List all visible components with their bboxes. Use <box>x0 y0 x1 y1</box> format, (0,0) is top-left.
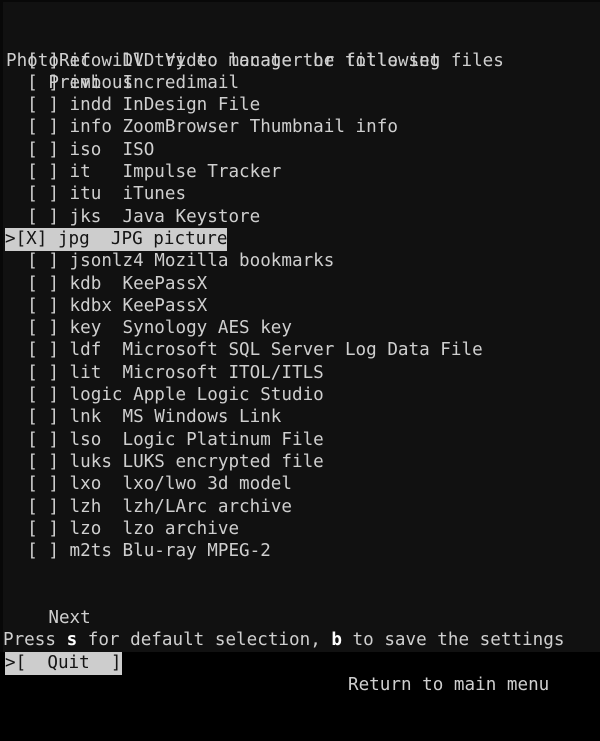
file-type-row[interactable]: [ ] lit Microsoft ITOL/ITLS <box>3 362 600 384</box>
file-type-row[interactable]: [ ] m2ts Blu-ray MPEG-2 <box>3 540 600 562</box>
file-type-row-inner: [ ] m2ts Blu-ray MPEG-2 <box>3 540 600 562</box>
file-type-row-text[interactable]: [ ] m2ts Blu-ray MPEG-2 <box>6 541 271 561</box>
file-type-row[interactable]: [ ] ifo DVD Video manager or title set <box>3 50 600 72</box>
file-type-row[interactable]: [ ] jks Java Keystore <box>3 206 600 228</box>
file-type-row-inner: [ ] ldf Microsoft SQL Server Log Data Fi… <box>3 339 600 361</box>
file-type-row[interactable]: [ ] lxo lxo/lwo 3d model <box>3 473 600 495</box>
file-type-row-text[interactable]: [ ] lxo lxo/lwo 3d model <box>6 474 292 494</box>
file-type-row-text[interactable]: [ ] ldf Microsoft SQL Server Log Data Fi… <box>6 340 482 360</box>
file-type-row-inner: [ ] iso ISO <box>3 139 600 161</box>
file-type-row-inner: [ ] it Impulse Tracker <box>3 161 600 183</box>
file-type-row-text[interactable]: [ ] iso ISO <box>6 140 154 160</box>
file-type-row-text[interactable]: [ ] imb Incredimail <box>6 73 239 93</box>
file-type-row[interactable]: [ ] lnk MS Windows Link <box>3 406 600 428</box>
file-type-row-selected[interactable]: >[X] jpg JPG picture <box>5 227 228 251</box>
file-type-row[interactable]: >[X] jpg JPG picture <box>3 227 600 251</box>
nav-previous-row[interactable]: Previous <box>3 27 600 93</box>
file-type-row-text[interactable]: [ ] kdb KeePassX <box>6 274 207 294</box>
file-type-row-text[interactable]: [ ] kdbx KeePassX <box>6 296 207 316</box>
file-type-row-inner: [ ] jks Java Keystore <box>3 206 600 228</box>
file-type-row-inner: [ ] lnk MS Windows Link <box>3 406 600 428</box>
file-type-row-text[interactable]: [ ] lzh lzh/LArc archive <box>6 497 292 517</box>
return-to-main-menu-hint: Return to main menu <box>348 674 550 695</box>
file-type-row-inner: [ ] ifo DVD Video manager or title set <box>3 50 600 72</box>
file-type-row-inner: [ ] lso Logic Platinum File <box>3 429 600 451</box>
nav-next-row[interactable]: Next <box>3 562 600 628</box>
file-type-row[interactable]: [ ] indd InDesign File <box>3 94 600 116</box>
file-type-row-text[interactable]: [ ] it Impulse Tracker <box>6 162 281 182</box>
quit-button-label: [ Quit ] <box>15 652 122 673</box>
file-type-row-text[interactable]: [ ] info ZoomBrowser Thumbnail info <box>6 117 398 137</box>
file-type-row[interactable]: [ ] logic Apple Logic Studio <box>3 384 600 406</box>
quit-button-row[interactable]: >[ Quit ] <box>3 607 600 675</box>
return-hint-row: Return to main menu <box>3 629 600 695</box>
file-type-row-inner: [ ] luks LUKS encrypted file <box>3 451 600 473</box>
page-title-row: PhotoRec will try to locate the followin… <box>3 5 600 71</box>
file-type-row[interactable]: [ ] ldf Microsoft SQL Server Log Data Fi… <box>3 339 600 361</box>
file-type-row-text[interactable]: [ ] lzo lzo archive <box>6 519 239 539</box>
photorec-terminal-window: PhotoRec will try to locate the followin… <box>0 0 600 695</box>
file-type-row-inner: [ ] lzo lzo archive <box>3 518 600 540</box>
file-type-row[interactable]: [ ] jsonlz4 Mozilla bookmarks <box>3 250 600 272</box>
file-type-row-text[interactable]: [ ] logic Apple Logic Studio <box>6 385 324 405</box>
file-type-row-text[interactable]: [ ] jsonlz4 Mozilla bookmarks <box>6 251 334 271</box>
quit-button-wrapper[interactable]: >[ Quit ] <box>3 651 600 675</box>
file-type-list: [ ] ifo DVD Video manager or title set [… <box>3 50 600 563</box>
file-type-row-inner: [ ] indd InDesign File <box>3 94 600 116</box>
quit-button[interactable]: >[ Quit ] <box>5 651 122 675</box>
file-type-row[interactable]: [ ] kdbx KeePassX <box>3 295 600 317</box>
file-type-row[interactable]: [ ] it Impulse Tracker <box>3 161 600 183</box>
file-type-row[interactable]: [ ] luks LUKS encrypted file <box>3 451 600 473</box>
file-type-row[interactable]: [ ] lzh lzh/LArc archive <box>3 496 600 518</box>
file-type-row-text[interactable]: [ ] jks Java Keystore <box>6 207 260 227</box>
file-type-row[interactable]: [ ] info ZoomBrowser Thumbnail info <box>3 116 600 138</box>
file-type-row-text[interactable]: [ ] indd InDesign File <box>6 95 260 115</box>
file-type-row-text[interactable]: [ ] lso Logic Platinum File <box>6 430 324 450</box>
file-type-row-inner: [ ] kdbx KeePassX <box>3 295 600 317</box>
file-type-row-text[interactable]: [ ] key Synology AES key <box>6 318 292 338</box>
file-type-row[interactable]: [ ] iso ISO <box>3 139 600 161</box>
file-type-row-inner: [ ] lxo lxo/lwo 3d model <box>3 473 600 495</box>
file-type-row-text[interactable]: [ ] lit Microsoft ITOL/ITLS <box>6 363 324 383</box>
file-type-row-text[interactable]: [ ] itu iTunes <box>6 184 186 204</box>
file-type-row-text[interactable]: [ ] lnk MS Windows Link <box>6 407 281 427</box>
file-type-row[interactable]: [ ] kdb KeePassX <box>3 273 600 295</box>
file-type-row[interactable]: [ ] lso Logic Platinum File <box>3 429 600 451</box>
file-type-row-inner: [ ] lzh lzh/LArc archive <box>3 496 600 518</box>
file-type-row[interactable]: [ ] imb Incredimail <box>3 72 600 94</box>
file-type-row-inner: [ ] lit Microsoft ITOL/ITLS <box>3 362 600 384</box>
file-type-row-inner: [ ] key Synology AES key <box>3 317 600 339</box>
file-type-row[interactable]: [ ] lzo lzo archive <box>3 518 600 540</box>
terminal-content: PhotoRec will try to locate the followin… <box>3 5 600 695</box>
file-type-row-inner: [ ] info ZoomBrowser Thumbnail info <box>3 116 600 138</box>
file-type-row-inner: [ ] itu iTunes <box>3 183 600 205</box>
file-type-row-inner: [ ] imb Incredimail <box>3 72 600 94</box>
file-type-row-text[interactable]: [ ] ifo DVD Video manager or title set <box>6 51 440 71</box>
file-type-row[interactable]: [ ] key Synology AES key <box>3 317 600 339</box>
file-type-row-inner: [ ] jsonlz4 Mozilla bookmarks <box>3 250 600 272</box>
file-type-row-inner: [ ] kdb KeePassX <box>3 273 600 295</box>
file-type-row-inner: >[X] jpg JPG picture <box>3 227 600 251</box>
file-type-row-text[interactable]: [ ] luks LUKS encrypted file <box>6 452 324 472</box>
file-type-row[interactable]: [ ] itu iTunes <box>3 183 600 205</box>
selection-cursor-icon: > <box>5 652 16 673</box>
footer-hint-row: Press s for default selection, b to save… <box>3 585 600 650</box>
file-type-row-inner: [ ] logic Apple Logic Studio <box>3 384 600 406</box>
